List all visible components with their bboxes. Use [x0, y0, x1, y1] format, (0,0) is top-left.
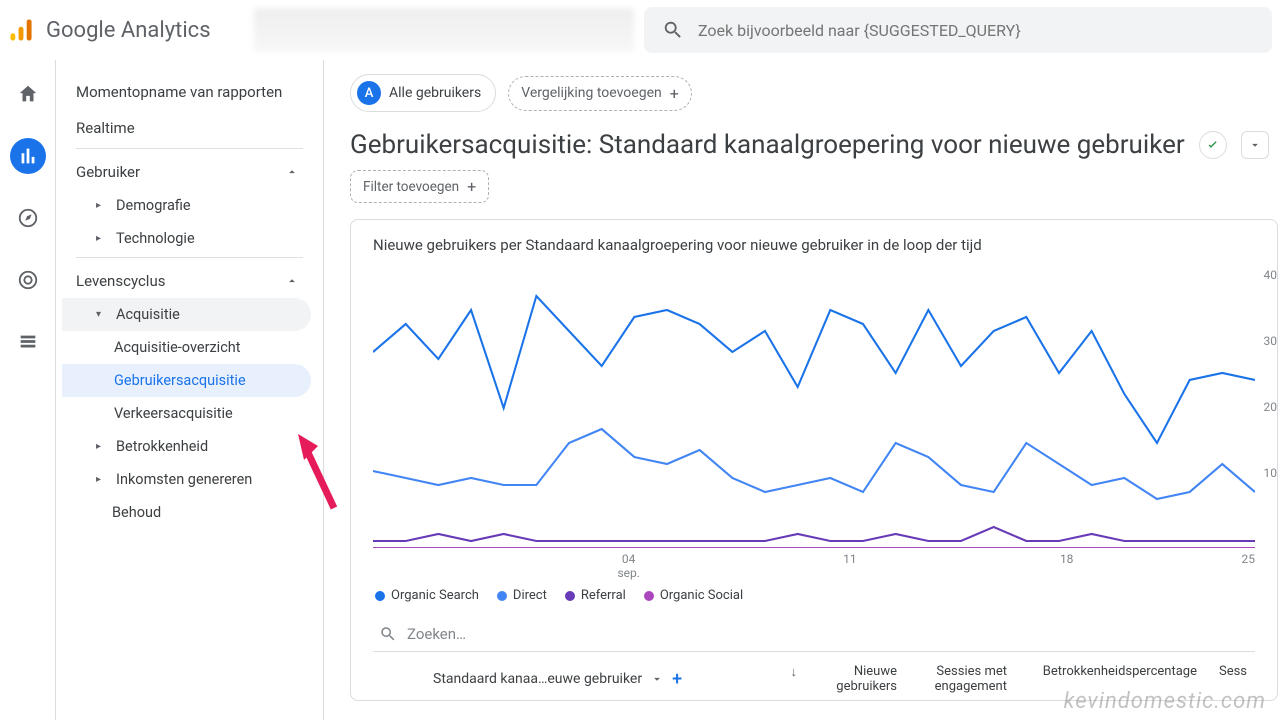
x-tick: 04sep.	[617, 552, 639, 580]
target-icon	[17, 269, 39, 291]
sort-arrow-icon[interactable]: ↓	[791, 665, 798, 680]
x-tick: 18	[1060, 552, 1074, 580]
chevron-up-icon	[285, 165, 299, 179]
legend-label: Referral	[581, 588, 626, 603]
title-dropdown[interactable]	[1241, 131, 1269, 159]
line-chart	[373, 268, 1255, 548]
table-header: Standaard kanaa…euwe gebruiker + ↓ Nieuw…	[373, 651, 1255, 698]
rail-reports[interactable]	[10, 138, 46, 174]
legend-item[interactable]: Direct	[497, 588, 547, 603]
nav-realtime[interactable]: Realtime	[62, 110, 311, 146]
add-dimension-button[interactable]: +	[672, 669, 682, 690]
global-search[interactable]	[644, 7, 1272, 53]
segment-label: Alle gebruikers	[389, 85, 481, 101]
legend-dot-icon	[375, 591, 385, 601]
legend-item[interactable]: Organic Social	[644, 588, 743, 603]
nav-engagement[interactable]: ▸Betrokkenheid	[62, 430, 311, 463]
col-sess[interactable]: Sess	[1205, 660, 1255, 698]
brand-logo[interactable]: Google Analytics	[8, 17, 248, 43]
nav-demography[interactable]: ▸Demografie	[62, 189, 311, 222]
rail-home[interactable]	[10, 76, 46, 112]
rail-explore[interactable]	[10, 200, 46, 236]
y-tick: 10	[1264, 466, 1278, 480]
analytics-logo-icon	[8, 17, 34, 43]
nav-traffic-acquisition[interactable]: Verkeersacquisitie	[62, 397, 311, 430]
nav-section-lifecycle-label: Levenscyclus	[76, 272, 165, 290]
segment-bubble: A	[357, 81, 381, 105]
nav-retention[interactable]: Behoud	[62, 496, 311, 529]
nav-acquisition[interactable]: ▾Acquisitie	[62, 298, 311, 331]
explore-icon	[17, 207, 39, 229]
check-circle-icon	[1205, 137, 1221, 153]
legend-label: Organic Search	[391, 588, 479, 603]
add-comparison-button[interactable]: Vergelijking toevoegen +	[508, 76, 692, 111]
chart-title: Nieuwe gebruikers per Standaard kanaalgr…	[373, 236, 1255, 254]
bar-chart-icon	[17, 145, 39, 167]
rail-advertising[interactable]	[10, 262, 46, 298]
legend-item[interactable]: Organic Search	[375, 588, 479, 603]
col-new-users[interactable]: Nieuwe gebruikers	[805, 660, 905, 698]
legend-label: Organic Social	[660, 588, 743, 603]
library-icon	[17, 331, 39, 353]
col-engagement-rate[interactable]: Betrokkenheidspercentage	[1015, 660, 1205, 698]
chevron-up-icon	[285, 274, 299, 288]
search-icon	[662, 19, 684, 41]
nav-section-lifecycle[interactable]: Levenscyclus	[62, 264, 311, 298]
nav-section-user[interactable]: Gebruiker	[62, 155, 311, 189]
nav-user-acquisition[interactable]: Gebruikersacquisitie	[62, 364, 311, 397]
search-icon	[379, 625, 397, 643]
plus-icon: +	[670, 84, 679, 103]
status-badge	[1199, 131, 1227, 159]
nav-acquisition-overview[interactable]: Acquisitie-overzicht	[62, 331, 311, 364]
y-tick: 40	[1264, 268, 1278, 282]
col-engaged-sessions[interactable]: Sessies met engagement	[905, 660, 1015, 698]
nav-section-user-label: Gebruiker	[76, 163, 140, 181]
segment-all-users[interactable]: A Alle gebruikers	[350, 74, 496, 112]
home-icon	[17, 83, 39, 105]
search-input[interactable]	[698, 21, 1254, 40]
legend-dot-icon	[565, 591, 575, 601]
table-search-placeholder: Zoeken…	[407, 625, 466, 643]
x-tick: 25	[1242, 552, 1256, 580]
brand-name: Google Analytics	[46, 18, 211, 43]
x-tick: 11	[843, 552, 857, 580]
dimension-selector[interactable]: Standaard kanaa…euwe gebruiker	[433, 671, 642, 687]
page-title: Gebruikersacquisitie: Standaard kanaalgr…	[350, 130, 1185, 160]
legend-label: Direct	[513, 588, 547, 603]
chevron-down-icon	[1248, 138, 1262, 152]
nav-technology[interactable]: ▸Technologie	[62, 222, 311, 255]
nav-monetization[interactable]: ▸Inkomsten genereren	[62, 463, 311, 496]
add-filter-button[interactable]: Filter toevoegen +	[350, 170, 489, 203]
rail-configure[interactable]	[10, 324, 46, 360]
chart-card: Nieuwe gebruikers per Standaard kanaalgr…	[350, 219, 1278, 701]
legend-item[interactable]: Referral	[565, 588, 626, 603]
legend-dot-icon	[497, 591, 507, 601]
table-search[interactable]: Zoeken…	[373, 615, 1255, 651]
nav-snapshot[interactable]: Momentopname van rapporten	[62, 74, 311, 110]
y-tick: 20	[1264, 400, 1278, 414]
chart-legend: Organic Search Direct Referral Organic Soci…	[373, 578, 1255, 609]
plus-icon: +	[467, 177, 476, 196]
y-tick: 30	[1264, 334, 1278, 348]
legend-dot-icon	[644, 591, 654, 601]
property-selector[interactable]	[254, 8, 634, 52]
chevron-down-icon	[650, 672, 664, 686]
